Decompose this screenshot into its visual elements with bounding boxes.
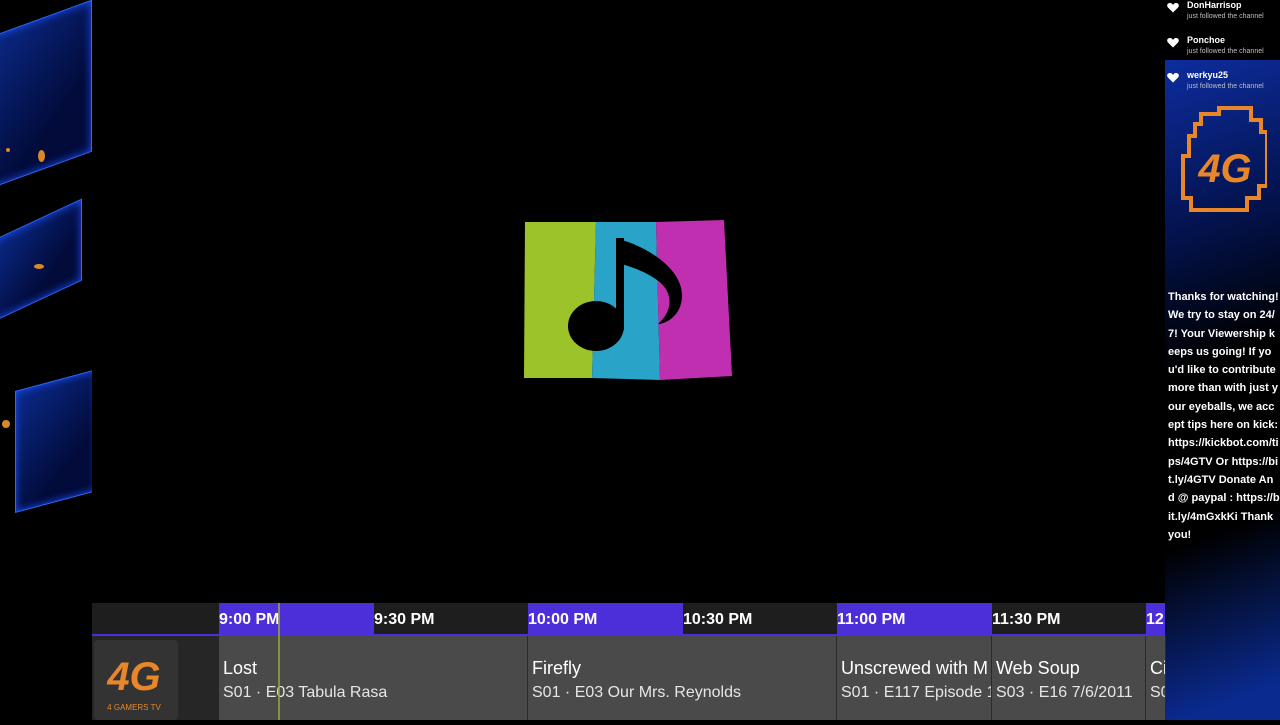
blue-cube-decoration [15, 369, 92, 513]
music-channel-logo [524, 220, 734, 382]
program-cell[interactable]: Lost S01 · E03 Tabula Rasa [219, 636, 528, 720]
heart-icon [1167, 3, 1179, 13]
channel-logo[interactable]: 4G 4 GAMERS TV [94, 640, 178, 720]
time-slot: 10:30 PM [683, 611, 753, 628]
program-cell[interactable]: Web Soup S03 · E16 7/6/2011 [992, 636, 1146, 720]
program-episode: S01 · E03 Our Mrs. Reynolds [532, 684, 741, 701]
program-episode: S03 · E16 7/6/2011 [996, 684, 1133, 701]
left-decorative-panel [0, 0, 92, 720]
coin-decoration [34, 264, 44, 269]
follower-alert: werkyu25 just followed the channel [1165, 70, 1280, 100]
program-title: Web Soup [996, 658, 1080, 678]
blue-cube-decoration [0, 0, 92, 193]
heart-icon [1167, 38, 1179, 48]
current-time-indicator [278, 603, 280, 720]
coin-decoration [2, 420, 10, 428]
thanks-message: Thanks for watching! We try to stay on 2… [1168, 291, 1280, 541]
follower-alert: Ponchoe just followed the channel [1165, 35, 1280, 65]
brand-badge-text: 4G [1197, 147, 1251, 191]
heart-icon [1167, 73, 1179, 83]
program-cell[interactable]: Firefly S01 · E03 Our Mrs. Reynolds [528, 636, 837, 720]
follower-action: just followed the channel [1187, 48, 1264, 55]
follower-action: just followed the channel [1187, 13, 1264, 20]
program-cell[interactable]: Unscrewed with M S01 · E117 Episode 1 [837, 636, 992, 720]
time-slot: 9:30 PM [374, 611, 435, 628]
follower-name: DonHarrisop [1187, 0, 1242, 10]
program-cell[interactable]: Ci S0 [1146, 636, 1166, 720]
blue-cube-decoration [0, 198, 82, 324]
follower-name: Ponchoe [1187, 35, 1226, 45]
program-episode: S0 [1150, 684, 1165, 701]
time-slot: 9:00 PM [219, 603, 374, 634]
coin-decoration [38, 150, 45, 162]
follower-name: werkyu25 [1187, 70, 1229, 80]
program-title: Unscrewed with M [841, 658, 989, 678]
program-guide: 9:00 PM 9:30 PM 10:00 PM 10:30 PM 11:00 … [92, 603, 1166, 720]
follower-alert: DonHarrisop just followed the channel [1165, 0, 1280, 30]
program-title: Lost [223, 658, 258, 678]
program-episode: S01 · E117 Episode 1 [841, 684, 992, 701]
svg-text:4G: 4G [106, 655, 160, 699]
follower-action: just followed the channel [1187, 83, 1264, 90]
program-episode: S01 · E03 Tabula Rasa [223, 684, 388, 701]
time-slot: 11:00 PM [837, 603, 992, 634]
time-slot: 11:30 PM [992, 611, 1061, 628]
time-slot: 12 [1146, 603, 1165, 634]
channel-row[interactable]: 4G 4 GAMERS TV Lost S01 · E03 Tabula Ras… [92, 636, 1166, 720]
svg-text:4 GAMERS TV: 4 GAMERS TV [107, 703, 161, 712]
program-title: Ci [1150, 658, 1166, 678]
right-sidebar: DonHarrisop just followed the channel Po… [1165, 0, 1280, 720]
4gtv-brand-logo: 4G [1181, 106, 1269, 212]
time-bar: 9:00 PM 9:30 PM 10:00 PM 10:30 PM 11:00 … [92, 603, 1165, 634]
coin-decoration [6, 148, 10, 152]
time-slot: 10:00 PM [528, 603, 683, 634]
program-title: Firefly [532, 658, 581, 678]
music-note-icon [524, 220, 732, 380]
